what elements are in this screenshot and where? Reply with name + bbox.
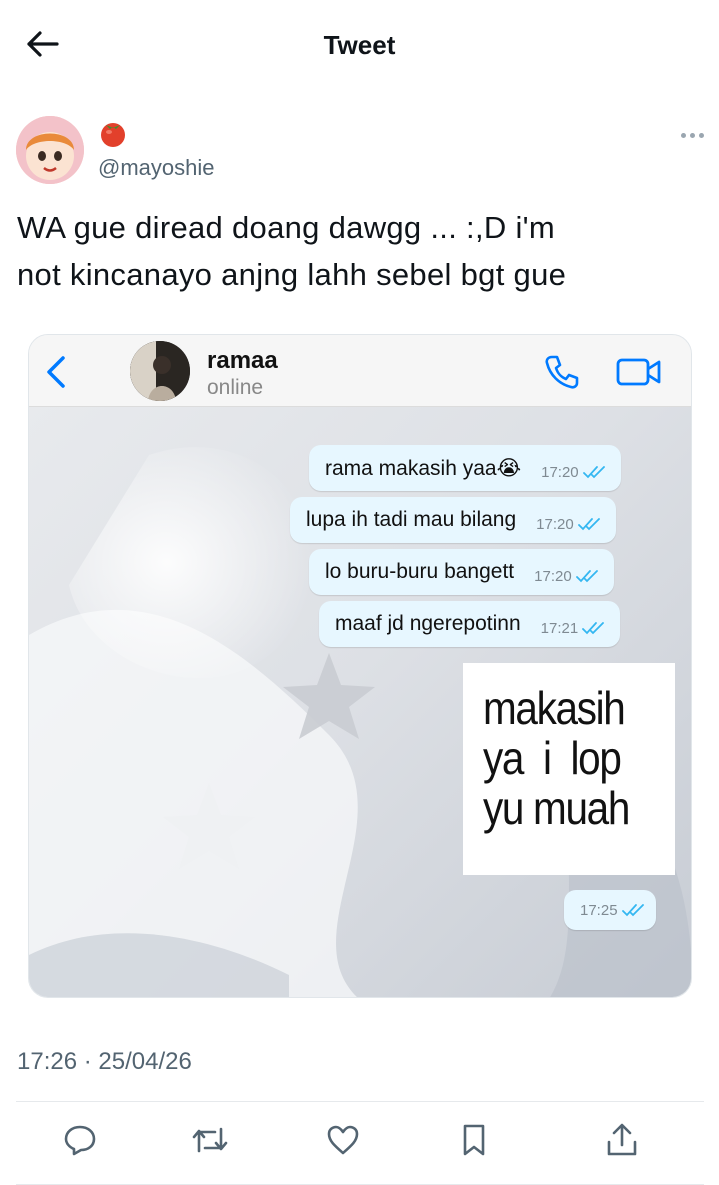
bookmark-button[interactable] <box>452 1118 496 1162</box>
tomato-icon <box>98 118 128 148</box>
double-check-icon <box>577 518 600 531</box>
message-time: 17:20 <box>536 515 574 533</box>
heart-icon <box>327 1125 359 1155</box>
message-text: rama makasih yaa😭 <box>325 456 522 480</box>
reply-icon <box>64 1125 96 1156</box>
tweet-timestamp: 17:26 · 25/04/26 <box>17 1048 192 1075</box>
sticker-time-bubble: 17:25 <box>564 890 656 930</box>
message-time: 17:21 <box>540 619 579 637</box>
top-bar: Tweet <box>0 0 719 90</box>
tweet-text: WA gue diread doang dawgg ... :,D i'm no… <box>17 204 697 298</box>
like-button[interactable] <box>321 1118 365 1162</box>
double-check-icon <box>575 570 598 583</box>
video-call-button[interactable] <box>615 355 663 389</box>
author-handle[interactable]: @mayoshie <box>98 155 215 181</box>
page-title: Tweet <box>323 30 396 60</box>
retweet-button[interactable] <box>188 1118 232 1162</box>
dot-icon <box>680 132 686 138</box>
tweet-text-line: not kincanayo anjng lahh sebel bgt gue <box>17 257 567 292</box>
tweet-text-line: WA gue diread doang dawgg ... :,D i'm <box>17 210 555 245</box>
chevron-left-icon <box>47 356 65 388</box>
dot-icon <box>689 132 695 138</box>
message-text: lo buru-buru bangett <box>325 560 515 583</box>
chat-message[interactable]: maaf jd ngerepotinn 17:21 <box>319 601 621 647</box>
contact-name: ramaa <box>207 347 278 374</box>
retweet-icon <box>192 1127 228 1153</box>
double-check-icon <box>582 466 605 479</box>
phone-icon <box>545 355 579 389</box>
message-time: 17:20 <box>534 567 572 585</box>
share-button[interactable] <box>600 1118 644 1162</box>
avatar[interactable] <box>16 116 84 184</box>
chat-message[interactable]: rama makasih yaa😭 17:20 <box>309 445 621 491</box>
dot-icon <box>698 132 704 138</box>
divider <box>16 1101 704 1102</box>
reply-button[interactable] <box>58 1118 102 1162</box>
double-check-icon <box>582 622 605 635</box>
message-time: 17:20 <box>541 463 579 481</box>
contact-status: online <box>207 376 264 399</box>
voice-call-button[interactable] <box>543 353 581 391</box>
share-icon <box>607 1123 637 1156</box>
contact-avatar[interactable] <box>130 341 190 401</box>
chat-message[interactable]: lo buru-buru bangett 17:20 <box>309 549 614 595</box>
tweet-media-image[interactable]: ramaa online rama makasih yaa😭 17:20 lup… <box>28 334 692 998</box>
message-text: maaf jd ngerepotinn <box>335 612 521 635</box>
tweet-action-bar <box>0 1118 719 1168</box>
double-check-icon <box>621 904 644 917</box>
sticker-text: makasih ya i lop yu muah <box>483 682 630 834</box>
more-options-button[interactable] <box>676 128 708 142</box>
chat-message[interactable]: lupa ih tadi mau bilang 17:20 <box>290 497 616 543</box>
sticker-message[interactable]: makasih ya i lop yu muah <box>463 663 675 875</box>
message-text: lupa ih tadi mau bilang <box>306 508 517 531</box>
bookmark-icon <box>463 1124 485 1156</box>
chat-back-button[interactable] <box>41 353 71 391</box>
chat-header: ramaa online <box>29 335 691 407</box>
video-camera-icon <box>616 358 661 386</box>
message-time: 17:25 <box>580 901 618 919</box>
